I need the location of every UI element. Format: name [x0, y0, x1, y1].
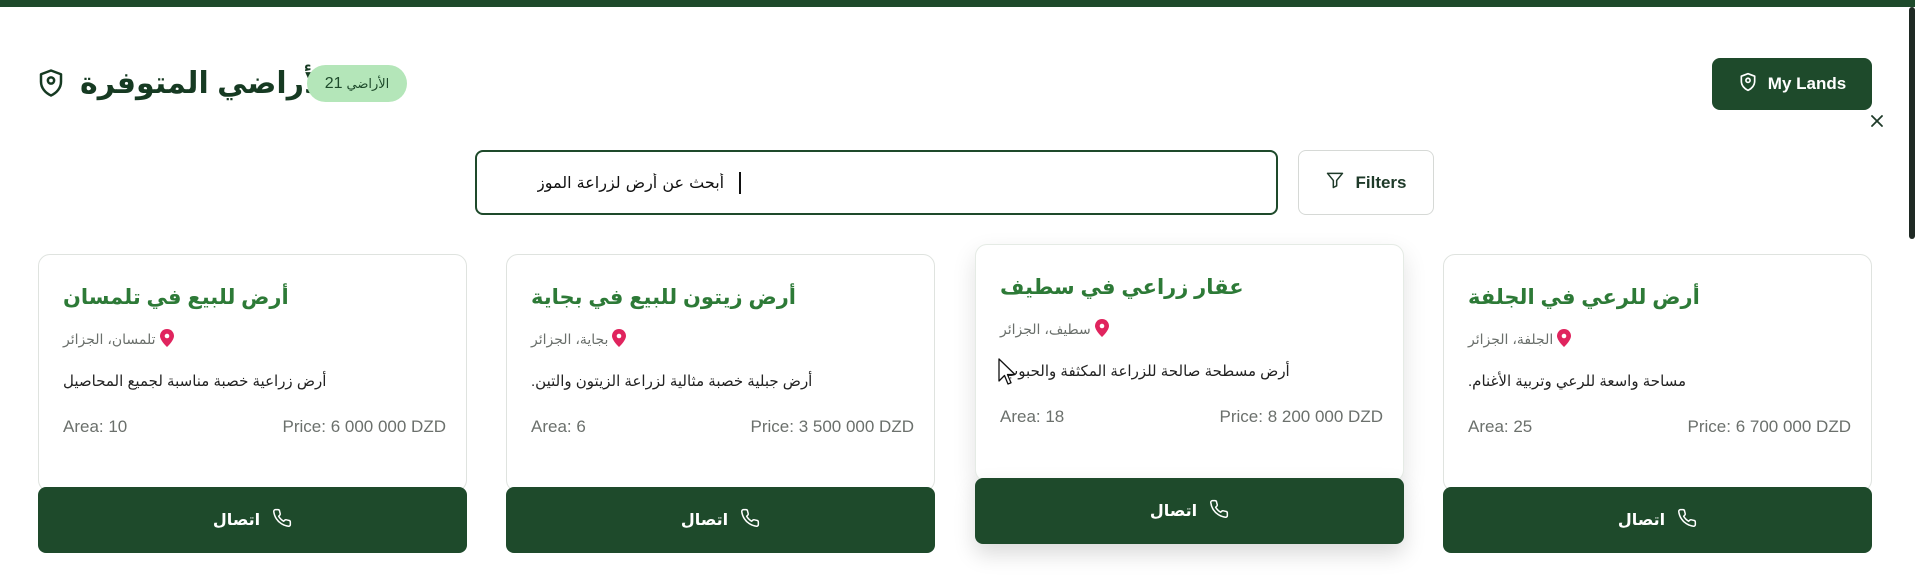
location-pin-icon — [159, 329, 174, 350]
card-description: أرض زراعية خصبة مناسبة لجميع المحاصيل — [63, 373, 327, 390]
text-caret — [739, 171, 741, 194]
card-location: تلمسان، الجزائر — [63, 329, 174, 350]
contact-button[interactable]: اتصال — [975, 478, 1404, 544]
contact-label: اتصال — [680, 512, 729, 529]
card-price: Price: 6 700 000 DZD — [1687, 417, 1851, 436]
mouse-cursor-icon — [997, 357, 1017, 387]
location-pin-icon — [612, 329, 627, 350]
card-area: Area: 18 — [1000, 407, 1065, 426]
land-card[interactable]: أرض زيتون للبيع في بجاية بجاية، الجزائر … — [506, 254, 935, 492]
card-location-text: الجلفة، الجزائر — [1468, 331, 1554, 347]
card-title: أرض للرعي في الجلفة — [1468, 286, 1700, 309]
count-badge-label: الأراضي — [346, 75, 390, 91]
land-card[interactable]: عقار زراعي في سطيف سطيف، الجزائر أرض مسط… — [975, 244, 1404, 482]
filters-label: Filters — [1355, 172, 1407, 192]
card-location-text: تلمسان، الجزائر — [63, 331, 156, 347]
location-pin-icon — [1094, 319, 1109, 340]
contact-button[interactable]: اتصال — [506, 487, 935, 553]
card-description: مساحة واسعة للرعي وتربية الأغنام. — [1468, 373, 1687, 390]
card-location: الجلفة، الجزائر — [1468, 329, 1572, 350]
count-badge-number: 21 — [324, 74, 343, 92]
phone-icon — [1209, 499, 1229, 524]
card-description: أرض مسطحة صالحة للزراعة المكثفة والحبوب. — [1000, 363, 1290, 380]
card-area: Area: 6 — [531, 417, 586, 436]
card-location: بجاية، الجزائر — [531, 329, 627, 350]
top-accent-bar — [0, 0, 1915, 7]
map-pin-shield-icon — [36, 68, 66, 98]
filters-button[interactable]: Filters — [1298, 150, 1434, 215]
contact-button[interactable]: اتصال — [1443, 487, 1872, 553]
card-title: أرض زيتون للبيع في بجاية — [531, 286, 796, 309]
contact-button[interactable]: اتصال — [38, 487, 467, 553]
contact-label: اتصال — [1149, 503, 1198, 520]
card-price: Price: 3 500 000 DZD — [750, 417, 914, 436]
land-card[interactable]: أرض للرعي في الجلفة الجلفة، الجزائر مساح… — [1443, 254, 1872, 492]
contact-label: اتصال — [1617, 512, 1666, 529]
card-price: Price: 8 200 000 DZD — [1219, 407, 1383, 426]
close-icon[interactable] — [1866, 110, 1888, 132]
search-box[interactable] — [475, 150, 1278, 215]
my-lands-button[interactable]: My Lands — [1712, 58, 1872, 110]
map-pin-shield-icon — [1738, 72, 1758, 97]
land-card[interactable]: أرض للبيع في تلمسان تلمسان، الجزائر أرض … — [38, 254, 467, 492]
phone-icon — [1677, 508, 1697, 533]
card-title: عقار زراعي في سطيف — [1000, 276, 1244, 299]
phone-icon — [272, 508, 292, 533]
page-title: الأراضي المتوفرة — [80, 66, 337, 100]
page-scrollbar[interactable] — [1909, 7, 1915, 239]
phone-icon — [740, 508, 760, 533]
filter-icon — [1325, 170, 1345, 195]
location-pin-icon — [1557, 329, 1572, 350]
card-description: أرض جبلية خصبة مثالية لزراعة الزيتون وال… — [531, 373, 813, 390]
lands-count-badge: الأراضي 21 — [307, 65, 407, 102]
contact-label: اتصال — [212, 512, 261, 529]
card-area: Area: 10 — [63, 417, 128, 436]
card-location-text: بجاية، الجزائر — [531, 331, 609, 347]
search-input[interactable] — [537, 173, 737, 192]
card-area: Area: 25 — [1468, 417, 1533, 436]
card-price: Price: 6 000 000 DZD — [282, 417, 446, 436]
card-location: سطيف، الجزائر — [1000, 319, 1109, 340]
my-lands-label: My Lands — [1767, 74, 1847, 93]
card-title: أرض للبيع في تلمسان — [63, 286, 289, 309]
card-location-text: سطيف، الجزائر — [1000, 321, 1091, 337]
